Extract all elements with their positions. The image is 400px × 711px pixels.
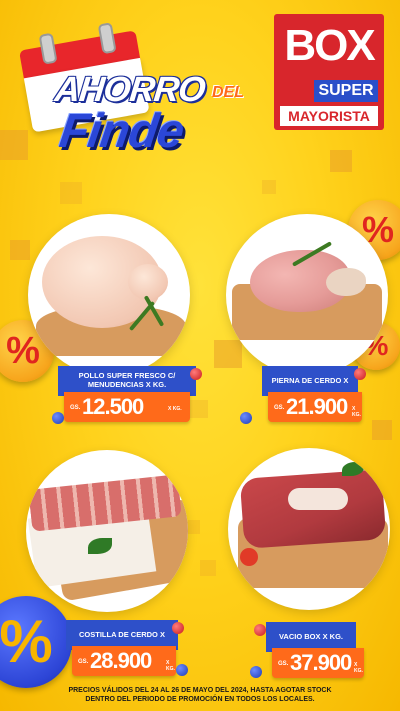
ball-icon [172, 622, 184, 634]
ball-icon [52, 412, 64, 424]
product-image-pork-leg [226, 214, 388, 376]
disclaimer-line: PRECIOS VÁLIDOS DEL 24 AL 26 DE MAYO DEL… [68, 687, 332, 694]
decor-square [330, 150, 352, 172]
price-tag: VACIO BOX X KG. GS. 37.900 X KG. [250, 622, 364, 678]
headline-del: DEL [212, 84, 244, 101]
logo-super-text: SUPER [314, 80, 378, 102]
ball-icon [250, 666, 262, 678]
price-box: GS. 37.900 X KG. [272, 648, 364, 678]
product-image-chicken [28, 214, 190, 376]
price-box: GS. 12.500 X KG. [64, 392, 190, 422]
ball-icon [190, 368, 202, 380]
price-amount: 12.500 [82, 394, 144, 419]
price-tag: POLLO SUPER FRESCO C/ MENUDENCIAS X KG. … [52, 366, 202, 424]
ball-icon [176, 664, 188, 676]
decor-square [372, 420, 392, 440]
product-image-pork-ribs [26, 450, 188, 612]
ball-icon [354, 368, 366, 380]
price-unit: X KG. [354, 662, 363, 674]
price-unit: X KG. [166, 660, 175, 672]
logo-box-text: BOX [284, 21, 375, 70]
decor-square [60, 182, 82, 204]
ball-icon [254, 624, 266, 636]
currency-label: GS. [70, 405, 81, 411]
decor-square [0, 130, 28, 160]
box-super-mayorista-logo: BOX SUPER MAYORISTA [274, 14, 384, 130]
decor-square [186, 520, 200, 534]
product-image-vacio [228, 448, 390, 610]
legal-disclaimer: PRECIOS VÁLIDOS DEL 24 AL 26 DE MAYO DEL… [40, 686, 360, 704]
percent-coin-icon: % [0, 596, 72, 688]
logo-mayorista-text: MAYORISTA [280, 106, 378, 126]
price-unit: X KG. [352, 406, 361, 418]
price-amount: 21.900 [286, 394, 348, 419]
price-amount: 28.900 [90, 648, 152, 673]
price-box: GS. 21.900 X KG. [268, 392, 362, 422]
disclaimer-line: DENTRO DEL PERIODO DE PROMOCIÓN EN TODOS… [85, 696, 315, 703]
price-tag: PIERNA DE CERDO X KG. GS. 21.900 X KG. [240, 366, 366, 424]
currency-label: GS. [78, 659, 89, 665]
currency-label: GS. [278, 661, 289, 667]
price-tag: COSTILLA DE CERDO X KG. GS. 28.900 X KG. [66, 620, 188, 676]
price-amount: 37.900 [290, 650, 352, 675]
decor-square [200, 560, 216, 576]
price-unit: X KG. [168, 406, 182, 412]
decor-square [214, 340, 242, 368]
decor-square [10, 240, 30, 260]
ball-icon [240, 412, 252, 424]
price-box: GS. 28.900 X KG. [72, 646, 176, 676]
decor-square [262, 180, 276, 194]
headline-finde: Finde [56, 105, 187, 158]
currency-label: GS. [274, 405, 285, 411]
